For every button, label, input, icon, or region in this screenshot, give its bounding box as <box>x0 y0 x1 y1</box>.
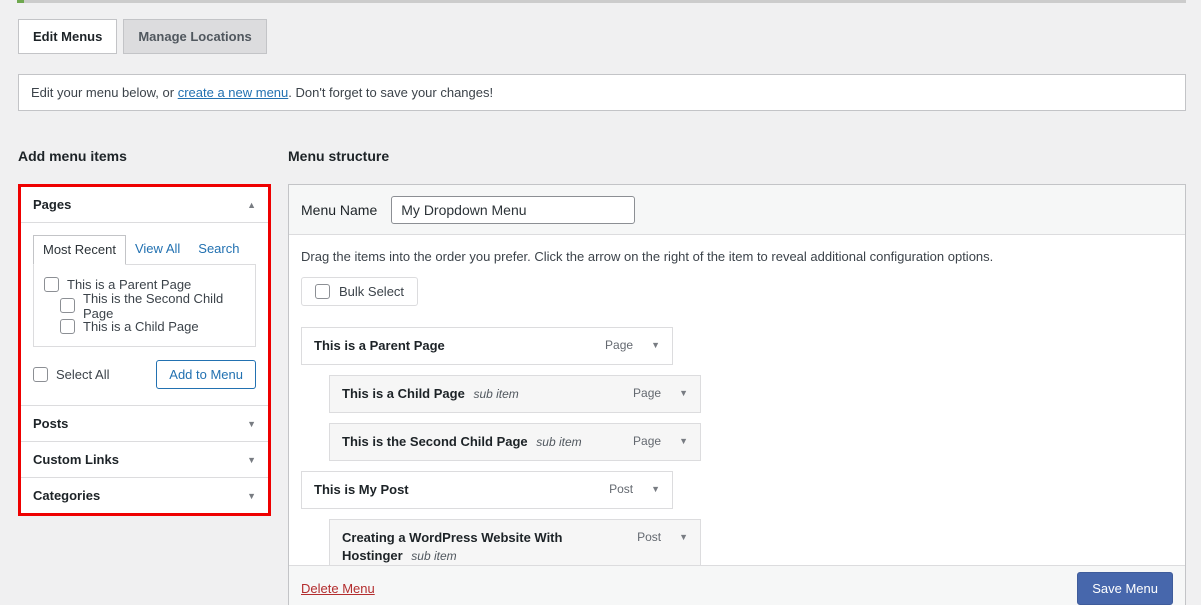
chevron-down-icon[interactable]: ▼ <box>651 484 660 494</box>
add-menu-items-panel: Pages ▲ Most Recent View All Search This… <box>18 184 271 516</box>
save-menu-button[interactable]: Save Menu <box>1077 572 1173 605</box>
chevron-down-icon[interactable]: ▼ <box>679 388 688 398</box>
menu-item-title: This is a Child Page <box>342 386 465 401</box>
menu-item-type: Post <box>609 482 633 496</box>
accordion-categories[interactable]: Categories ▼ <box>21 477 268 513</box>
page-checkbox-label[interactable]: This is the Second Child Page <box>83 291 245 321</box>
menu-items-list: This is a Parent Page Page ▼ This is a C… <box>301 327 1173 565</box>
accordion-posts-label: Posts <box>33 416 68 431</box>
menu-item-parent-page[interactable]: This is a Parent Page Page ▼ <box>301 327 673 365</box>
chevron-down-icon[interactable]: ▼ <box>679 436 688 446</box>
menu-item-second-child-page[interactable]: This is the Second Child Page sub item P… <box>329 423 701 461</box>
menu-item-text: This is a Child Page sub item <box>342 385 633 403</box>
pages-panel-body: Most Recent View All Search This is a Pa… <box>21 222 268 405</box>
sub-item-label: sub item <box>536 435 581 449</box>
chevron-down-icon[interactable]: ▼ <box>247 491 256 501</box>
drag-instructions: Drag the items into the order you prefer… <box>301 249 1173 264</box>
progress-bar-fill <box>17 0 24 3</box>
menu-item-meta: Post ▼ <box>609 481 660 496</box>
notice-text-prefix: Edit your menu below, or <box>31 85 178 100</box>
menu-name-row: Menu Name <box>289 185 1185 235</box>
create-new-menu-link[interactable]: create a new menu <box>178 85 289 100</box>
accordion-custom-links[interactable]: Custom Links ▼ <box>21 441 268 477</box>
chevron-down-icon[interactable]: ▼ <box>247 419 256 429</box>
menu-item-my-post[interactable]: This is My Post Post ▼ <box>301 471 673 509</box>
add-menu-items-column: Add menu items Pages ▲ Most Recent View … <box>18 111 271 605</box>
menu-item-child-page[interactable]: This is a Child Page sub item Page ▼ <box>329 375 701 413</box>
content-columns: Add menu items Pages ▲ Most Recent View … <box>18 111 1186 605</box>
menu-item-text: This is a Parent Page <box>314 337 605 355</box>
menu-item-type: Post <box>637 530 661 544</box>
bulk-select-checkbox[interactable] <box>315 284 330 299</box>
menu-name-input[interactable] <box>391 196 635 224</box>
pages-checklist: This is a Parent Page This is the Second… <box>33 264 256 347</box>
menu-item-meta: Post ▼ <box>637 529 688 544</box>
bulk-select[interactable]: Bulk Select <box>301 277 418 306</box>
menu-name-label: Menu Name <box>301 202 377 218</box>
accordion-pages-label: Pages <box>33 197 71 212</box>
menu-item-type: Page <box>633 434 661 448</box>
select-all-label[interactable]: Select All <box>56 367 109 382</box>
menu-item-meta: Page ▼ <box>605 337 660 352</box>
subtab-most-recent[interactable]: Most Recent <box>33 235 126 265</box>
menu-structure-heading: Menu structure <box>288 148 1186 164</box>
page-checkbox[interactable] <box>60 298 75 313</box>
tab-edit-menus[interactable]: Edit Menus <box>18 19 117 54</box>
menu-structure-panel: Menu Name Drag the items into the order … <box>288 184 1186 605</box>
page-checkbox[interactable] <box>60 319 75 334</box>
sub-item-label: sub item <box>411 549 456 563</box>
menu-item-hostinger-post[interactable]: Creating a WordPress Website With Hostin… <box>329 519 701 565</box>
subtab-view-all[interactable]: View All <box>126 235 189 264</box>
tab-manage-locations[interactable]: Manage Locations <box>123 19 266 54</box>
menu-item-text: This is My Post <box>314 481 609 499</box>
menu-structure-footer: Delete Menu Save Menu <box>289 565 1185 605</box>
chevron-down-icon[interactable]: ▼ <box>679 532 688 542</box>
pages-footer: Select All Add to Menu <box>33 360 256 389</box>
add-to-menu-button[interactable]: Add to Menu <box>156 360 256 389</box>
pages-subtabs: Most Recent View All Search <box>33 235 256 264</box>
menu-item-title: This is the Second Child Page <box>342 434 528 449</box>
page-checkbox-row: This is the Second Child Page <box>60 295 245 316</box>
menu-item-text: Creating a WordPress Website With Hostin… <box>342 529 637 565</box>
select-all-checkbox[interactable] <box>33 367 48 382</box>
chevron-down-icon[interactable]: ▼ <box>247 455 256 465</box>
accordion-posts[interactable]: Posts ▼ <box>21 405 268 441</box>
nav-tabs: Edit Menus Manage Locations <box>18 19 1201 54</box>
menu-structure-column: Menu structure Menu Name Drag the items … <box>288 111 1186 605</box>
menu-structure-body: Drag the items into the order you prefer… <box>289 235 1185 565</box>
page-checkbox[interactable] <box>44 277 59 292</box>
sub-item-label: sub item <box>473 387 518 401</box>
menu-item-title: This is My Post <box>314 482 409 497</box>
menu-item-meta: Page ▼ <box>633 385 688 400</box>
edit-menu-notice: Edit your menu below, or create a new me… <box>18 74 1186 111</box>
select-all: Select All <box>33 367 109 382</box>
chevron-up-icon[interactable]: ▲ <box>247 200 256 210</box>
delete-menu-link[interactable]: Delete Menu <box>301 581 375 596</box>
menu-item-text: This is the Second Child Page sub item <box>342 433 633 451</box>
add-menu-items-heading: Add menu items <box>18 148 271 164</box>
accordion-custom-links-label: Custom Links <box>33 452 119 467</box>
progress-bar <box>17 0 1186 3</box>
menu-item-title: This is a Parent Page <box>314 338 445 353</box>
menu-item-type: Page <box>633 386 661 400</box>
chevron-down-icon[interactable]: ▼ <box>651 340 660 350</box>
page-checkbox-label[interactable]: This is a Child Page <box>83 319 199 334</box>
accordion-pages[interactable]: Pages ▲ <box>21 187 268 222</box>
menu-item-meta: Page ▼ <box>633 433 688 448</box>
bulk-select-label: Bulk Select <box>339 284 404 299</box>
subtab-search[interactable]: Search <box>189 235 248 264</box>
accordion-categories-label: Categories <box>33 488 100 503</box>
menu-item-type: Page <box>605 338 633 352</box>
notice-text-suffix: . Don't forget to save your changes! <box>288 85 493 100</box>
